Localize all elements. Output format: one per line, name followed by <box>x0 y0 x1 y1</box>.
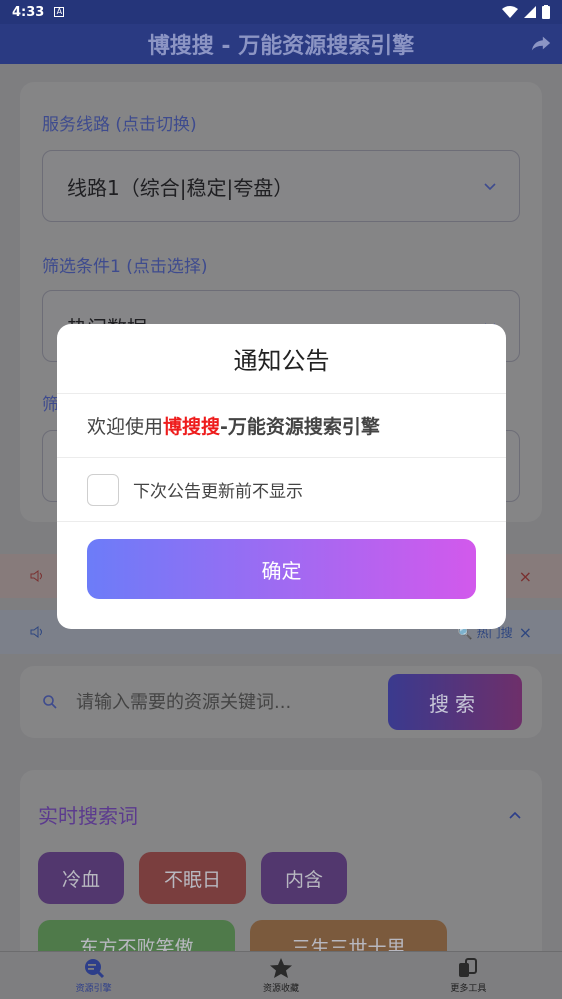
notice-dialog: 通知公告 欢迎使用 博搜搜 -万能资源搜索引擎 下次公告更新前不显示 确定 <box>57 324 506 629</box>
hot-search-title: 实时搜索词 <box>38 804 138 828</box>
signal-icon <box>524 6 536 18</box>
chevron-up-icon[interactable] <box>508 808 522 822</box>
close-icon[interactable]: × <box>519 567 532 586</box>
app-title: 博搜搜 - 万能资源搜索引擎 <box>147 34 415 59</box>
share-icon[interactable] <box>530 32 552 54</box>
dont-show-row[interactable]: 下次公告更新前不显示 <box>57 458 506 522</box>
dialog-message: 欢迎使用 博搜搜 -万能资源搜索引擎 <box>57 394 506 458</box>
confirm-button[interactable]: 确定 <box>87 539 476 599</box>
nav-label: 更多工具 <box>450 984 487 994</box>
speaker-icon <box>30 570 42 582</box>
status-bar: 4:33 A <box>0 0 562 24</box>
nav-label: 资源收藏 <box>262 984 299 994</box>
chevron-down-icon <box>484 183 496 191</box>
dialog-title: 通知公告 <box>57 324 506 394</box>
close-icon[interactable]: × <box>519 623 532 642</box>
nav-item-favorites[interactable]: 资源收藏 <box>187 952 374 999</box>
search-engine-icon <box>84 959 104 979</box>
hot-search-card: 实时搜索词 冷血 不眠日 内含 东方不败笑傲 三生三世十里 <box>20 770 542 951</box>
speaker-icon <box>30 626 42 638</box>
notification-a-icon: A <box>54 7 65 17</box>
search-bar: 搜索 <box>20 666 542 738</box>
hot-chip[interactable]: 三生三世十里 <box>250 920 447 951</box>
nav-item-engine[interactable]: 资源引擎 <box>0 952 187 999</box>
app-bar: 博搜搜 - 万能资源搜索引擎 <box>0 24 562 64</box>
nav-item-tools[interactable]: 更多工具 <box>375 952 562 999</box>
status-time: 4:33 <box>12 4 45 20</box>
nav-label: 资源引擎 <box>75 984 112 994</box>
route-value: 线路1（综合|稳定|夸盘） <box>67 175 294 200</box>
hot-chip[interactable]: 内含 <box>261 852 347 904</box>
battery-icon <box>542 5 550 19</box>
tools-icon <box>459 958 478 977</box>
hot-chip[interactable]: 冷血 <box>38 852 124 904</box>
filter1-label: 筛选条件1 (点击选择) <box>42 257 208 277</box>
hot-chip[interactable]: 不眠日 <box>139 852 246 904</box>
search-input[interactable] <box>76 684 376 720</box>
star-icon <box>269 958 292 978</box>
welcome-prefix: 欢迎使用 <box>87 416 164 438</box>
brand-name: 博搜搜 <box>163 416 221 438</box>
route-select[interactable]: 线路1（综合|稳定|夸盘） <box>42 150 520 222</box>
welcome-suffix: -万能资源搜索引擎 <box>220 416 380 438</box>
dont-show-checkbox[interactable] <box>87 473 119 506</box>
route-label: 服务线路 (点击切换) <box>42 115 197 135</box>
status-icons <box>502 5 550 19</box>
search-button[interactable]: 搜索 <box>388 674 522 730</box>
bottom-nav: 资源引擎 资源收藏 更多工具 <box>0 951 562 999</box>
hot-chip[interactable]: 东方不败笑傲 <box>38 920 235 951</box>
dont-show-label: 下次公告更新前不显示 <box>133 482 303 502</box>
wifi-icon <box>502 6 518 18</box>
search-icon <box>43 695 57 709</box>
